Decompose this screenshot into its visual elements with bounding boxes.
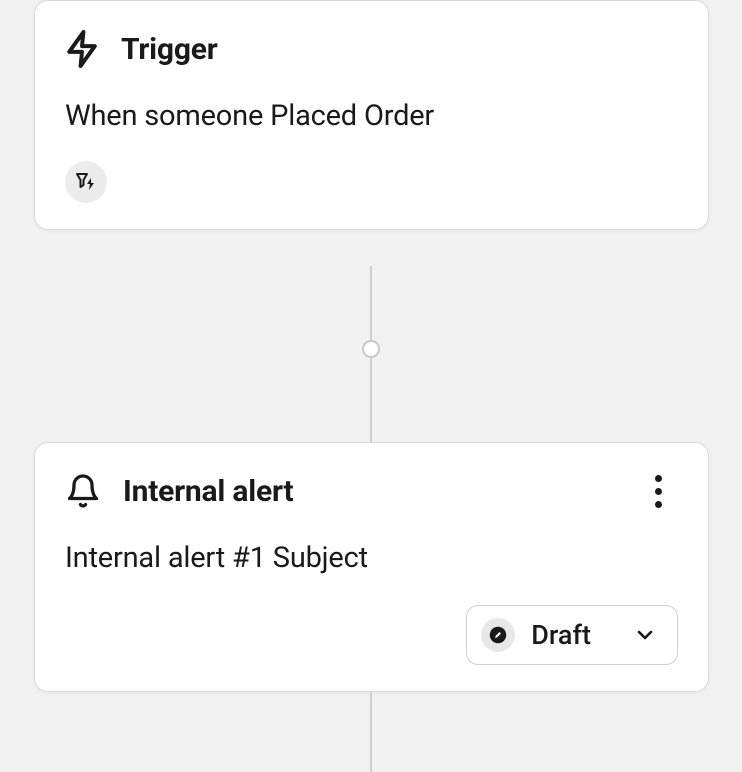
trigger-filter-badge[interactable] xyxy=(65,161,107,203)
alert-more-button[interactable] xyxy=(638,471,678,511)
more-vertical-icon xyxy=(655,475,662,508)
pencil-icon-circle xyxy=(481,618,515,652)
trigger-badge-row xyxy=(65,161,678,203)
filter-lightning-icon xyxy=(74,170,98,194)
alert-header-left: Internal alert xyxy=(65,473,293,509)
status-dropdown[interactable]: Draft xyxy=(466,605,678,665)
chevron-down-icon xyxy=(633,623,657,647)
alert-title: Internal alert xyxy=(123,474,293,509)
status-label: Draft xyxy=(531,619,591,651)
trigger-header-left: Trigger xyxy=(65,29,218,69)
bell-icon xyxy=(65,473,101,509)
lightning-icon xyxy=(65,29,99,69)
alert-description: Internal alert #1 Subject xyxy=(65,541,678,575)
alert-card[interactable]: Internal alert Internal alert #1 Subject… xyxy=(34,442,709,692)
connector-node[interactable] xyxy=(362,340,380,358)
trigger-title: Trigger xyxy=(121,32,218,67)
alert-card-footer: Draft xyxy=(65,605,678,665)
trigger-card-header: Trigger xyxy=(65,29,678,69)
trigger-description: When someone Placed Order xyxy=(65,99,678,133)
flow-canvas: Trigger When someone Placed Order xyxy=(0,0,742,772)
trigger-card[interactable]: Trigger When someone Placed Order xyxy=(34,0,709,230)
alert-card-header: Internal alert xyxy=(65,471,678,511)
pencil-icon xyxy=(489,626,507,644)
